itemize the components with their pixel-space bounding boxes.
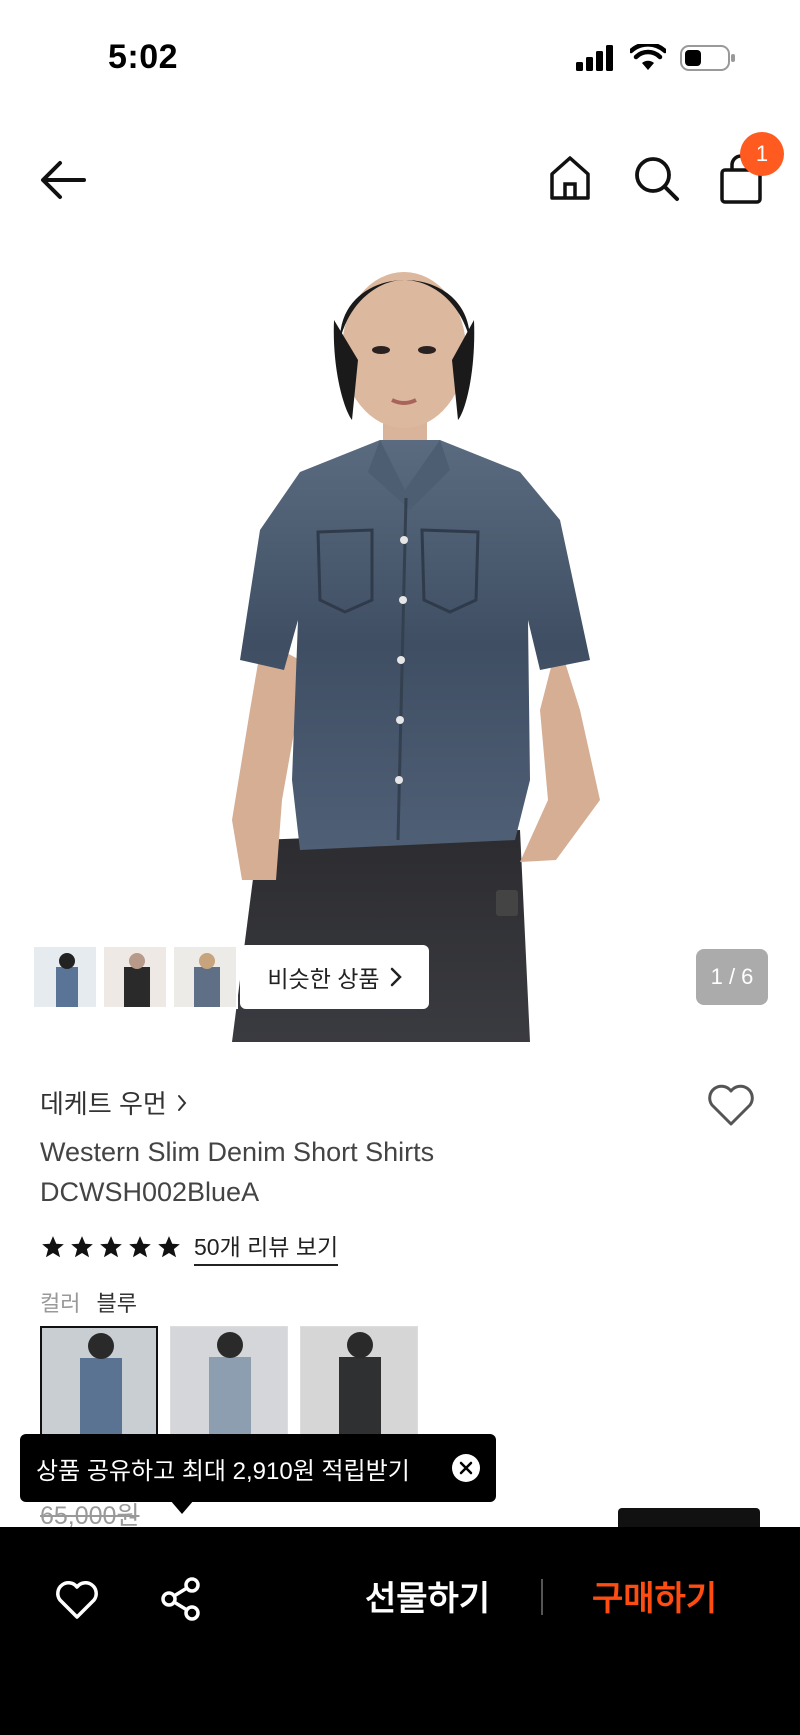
heart-icon[interactable] (706, 1082, 756, 1128)
chevron-right-icon (390, 967, 402, 987)
star-icon (158, 1236, 180, 1258)
status-time: 5:02 (108, 38, 179, 76)
wifi-icon (630, 44, 666, 70)
brand-link[interactable]: 데케트 우먼 (40, 1084, 187, 1121)
cart-count-badge: 1 (740, 132, 784, 176)
status-bar: 5:02 (0, 0, 800, 120)
color-swatch[interactable] (300, 1326, 418, 1436)
rating: 50개 리뷰 보기 (40, 1228, 339, 1266)
color-swatches (40, 1326, 418, 1436)
chevron-right-icon (177, 1094, 187, 1111)
toast-pointer (170, 1500, 194, 1514)
star-rating (40, 1234, 182, 1260)
brand-name: 데케트 우먼 (40, 1089, 167, 1119)
similar-products-button[interactable]: 비슷한 상품 (240, 945, 429, 1009)
signal-icon (576, 45, 613, 71)
product-image-carousel[interactable] (0, 240, 800, 1042)
search-icon[interactable] (632, 154, 680, 202)
buy-button[interactable]: 구매하기 (592, 1571, 717, 1620)
product-photo (232, 272, 600, 1042)
star-icon (42, 1236, 64, 1258)
toast-text: 상품 공유하고 최대 2,910원 적립받기 (36, 1457, 410, 1485)
star-icon (71, 1236, 93, 1258)
product-name-line2: DCWSH002BlueA (40, 1177, 260, 1207)
home-icon[interactable] (548, 154, 592, 202)
color-value: 블루 (96, 1291, 137, 1316)
thumbnail[interactable] (32, 945, 98, 1009)
image-page-counter: 1 / 6 (696, 949, 768, 1005)
star-icon (129, 1236, 151, 1258)
share-icon[interactable] (160, 1577, 202, 1621)
back-arrow-icon[interactable] (38, 158, 88, 202)
close-icon[interactable] (452, 1454, 480, 1482)
similar-products-label: 비슷한 상품 (267, 966, 380, 992)
gift-button[interactable]: 선물하기 (365, 1571, 490, 1620)
status-icons (576, 44, 736, 72)
color-label: 컬러 (40, 1291, 81, 1316)
thumbnail-strip (32, 945, 238, 1009)
star-icon (100, 1236, 122, 1258)
review-link[interactable]: 50개 리뷰 보기 (194, 1228, 339, 1266)
share-reward-toast: 상품 공유하고 최대 2,910원 적립받기 (20, 1434, 496, 1502)
color-swatch[interactable] (40, 1326, 158, 1436)
battery-icon (680, 45, 735, 71)
product-name-line1: Western Slim Denim Short Shirts (40, 1137, 435, 1167)
top-nav (0, 140, 800, 220)
product-name: Western Slim Denim Short Shirts DCWSH002… (40, 1132, 600, 1212)
bottom-action-bar: 선물하기 구매하기 (0, 1527, 800, 1735)
thumbnail[interactable] (102, 945, 168, 1009)
thumbnail[interactable] (172, 945, 238, 1009)
color-option-row: 컬러 블루 (40, 1286, 137, 1318)
divider (541, 1579, 543, 1615)
heart-icon[interactable] (54, 1579, 100, 1621)
color-swatch[interactable] (170, 1326, 288, 1436)
